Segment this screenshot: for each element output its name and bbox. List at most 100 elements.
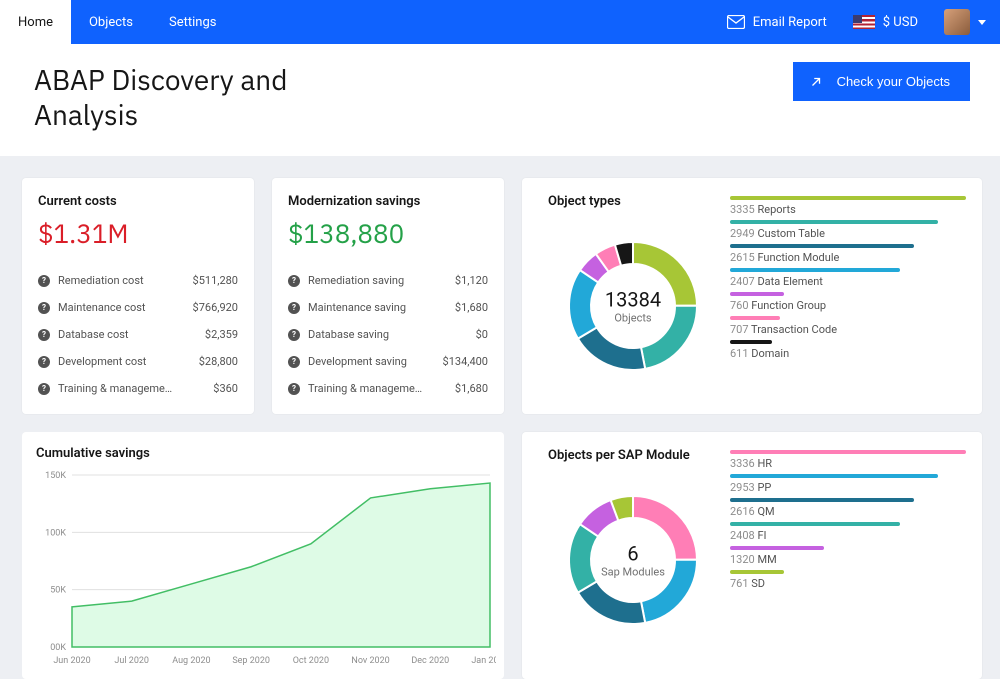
current-costs-card: Current costs $1.31M ?Remediation cost$5… — [22, 178, 254, 414]
saving-item-label: Database saving — [308, 328, 468, 341]
topbar-right: Email Report $ USD — [727, 9, 986, 35]
modernization-savings-card: Modernization savings $138,880 ? Remediat… — [272, 178, 504, 414]
sap-module-legend-row: 761 SD — [730, 570, 966, 590]
sap-module-legend-row: 3336 HR — [730, 450, 966, 470]
object-type-legend-row: 2407 Data Element — [730, 268, 966, 288]
help-icon[interactable]: ? — [38, 302, 50, 314]
currency-label: $ USD — [883, 15, 918, 30]
sap-module-legend-row: 1320 MM — [730, 546, 966, 566]
cost-item-label: Training & manageme… — [58, 382, 205, 395]
topbar-tabs: Home Objects Settings — [0, 0, 234, 44]
saving-item-value: $134,400 — [443, 355, 488, 368]
tab-settings[interactable]: Settings — [151, 0, 234, 44]
cost-item-row: ? Training & manageme… $360 — [38, 375, 238, 402]
help-icon[interactable]: ? — [288, 356, 300, 368]
savings-total: $138,880 — [288, 217, 488, 251]
cost-item-row: ? Development cost $28,800 — [38, 348, 238, 375]
page-title: ABAP Discovery and Analysis — [34, 62, 354, 132]
object-type-legend-row: 611 Domain — [730, 340, 966, 360]
check-objects-label: Check your Objects — [837, 74, 950, 89]
object-type-legend-row: 707 Transaction Code — [730, 316, 966, 336]
saving-item-row: ? Training & manageme… $1,680 — [288, 375, 488, 402]
cost-item-row: ? Database cost $2,359 — [38, 321, 238, 348]
sap-modules-title: Objects per SAP Module — [548, 448, 718, 463]
help-icon[interactable]: ? — [38, 383, 50, 395]
help-icon[interactable]: ? — [288, 275, 300, 287]
object-types-legend: 3335 Reports 2949 Custom Table 2615 Functi… — [730, 194, 966, 402]
saving-item-label: Maintenance saving — [308, 301, 447, 314]
saving-item-value: $1,680 — [455, 301, 488, 314]
sap-module-legend-row: 2953 PP — [730, 474, 966, 494]
object-type-legend-row: 2615 Function Module — [730, 244, 966, 264]
svg-text:Jan 2021: Jan 2021 — [471, 656, 496, 666]
tab-home[interactable]: Home — [0, 0, 71, 44]
saving-item-row: ? Database saving $0 — [288, 321, 488, 348]
svg-text:Dec 2020: Dec 2020 — [411, 656, 449, 666]
sap-modules-donut: 6 Sap Modules — [548, 475, 718, 645]
dashboard-row-2: Cumulative savings 150K100K50K00KJun 202… — [0, 414, 1000, 679]
svg-text:Oct 2020: Oct 2020 — [293, 656, 329, 666]
email-report-button[interactable]: Email Report — [727, 15, 827, 30]
saving-item-row: ? Maintenance saving $1,680 — [288, 294, 488, 321]
tab-objects[interactable]: Objects — [71, 0, 151, 44]
user-menu[interactable] — [944, 9, 986, 35]
avatar — [944, 9, 970, 35]
help-icon[interactable]: ? — [38, 275, 50, 287]
page-header: ABAP Discovery and Analysis Check your O… — [0, 44, 1000, 156]
cost-item-value: $2,359 — [205, 328, 238, 341]
svg-text:Nov 2020: Nov 2020 — [351, 656, 389, 666]
sap-modules-legend: 3336 HR 2953 PP 2616 QM 2408 FI 1320 MM 761 S… — [730, 448, 966, 667]
current-costs-total: $1.31M — [38, 217, 238, 251]
object-types-donut: 13384 Objects — [548, 221, 718, 391]
saving-item-label: Remediation saving — [308, 274, 447, 287]
svg-text:150K: 150K — [45, 471, 66, 481]
object-types-count: 13384 — [605, 288, 661, 312]
svg-text:100K: 100K — [45, 528, 66, 538]
chevron-down-icon — [978, 20, 986, 25]
sap-module-legend-row: 2616 QM — [730, 498, 966, 518]
object-types-sub: Objects — [605, 312, 661, 325]
cost-item-label: Development cost — [58, 355, 191, 368]
svg-text:Jun 2020: Jun 2020 — [53, 656, 90, 666]
saving-item-row: ? Remediation saving $1,120 — [288, 267, 488, 294]
topbar: Home Objects Settings Email Report $ USD — [0, 0, 1000, 44]
arrow-up-right-icon — [809, 75, 823, 89]
help-icon[interactable]: ? — [38, 356, 50, 368]
current-costs-title: Current costs — [38, 194, 238, 209]
check-objects-button[interactable]: Check your Objects — [793, 62, 970, 101]
cost-item-value: $360 — [213, 382, 238, 395]
object-type-legend-row: 3335 Reports — [730, 196, 966, 216]
help-icon[interactable]: ? — [288, 302, 300, 314]
svg-text:Sep 2020: Sep 2020 — [232, 656, 270, 666]
help-icon[interactable]: ? — [288, 383, 300, 395]
saving-item-label: Development saving — [308, 355, 435, 368]
saving-item-value: $1,120 — [455, 274, 488, 287]
object-type-legend-row: 2949 Custom Table — [730, 220, 966, 240]
cumulative-chart: 150K100K50K00KJun 2020Jul 2020Aug 2020Se… — [36, 469, 496, 669]
email-report-label: Email Report — [753, 15, 827, 30]
sap-module-legend-row: 2408 FI — [730, 522, 966, 542]
cumulative-title: Cumulative savings — [36, 446, 494, 461]
currency-selector[interactable]: $ USD — [853, 15, 918, 30]
svg-text:50K: 50K — [50, 586, 66, 596]
cost-item-label: Maintenance cost — [58, 301, 185, 314]
cost-item-value: $28,800 — [199, 355, 238, 368]
object-types-title: Object types — [548, 194, 718, 209]
object-type-legend-row: 760 Function Group — [730, 292, 966, 312]
saving-item-value: $1,680 — [455, 382, 488, 395]
cumulative-savings-card: Cumulative savings 150K100K50K00KJun 202… — [22, 432, 504, 679]
cost-item-label: Database cost — [58, 328, 197, 341]
help-icon[interactable]: ? — [38, 329, 50, 341]
help-icon[interactable]: ? — [288, 329, 300, 341]
saving-item-value: $0 — [476, 328, 488, 341]
svg-text:Jul 2020: Jul 2020 — [114, 656, 149, 666]
mail-icon — [727, 15, 745, 29]
sap-modules-card: Objects per SAP Module 6 Sap Modules 333… — [522, 432, 982, 679]
cost-item-row: ?Remediation cost$511,280 — [38, 267, 238, 294]
saving-item-label: Training & manageme… — [308, 382, 447, 395]
object-types-card: Object types 13384 Objects 3335 Reports 2… — [522, 178, 982, 414]
cost-item-label: Remediation cost — [58, 274, 185, 287]
svg-text:Aug 2020: Aug 2020 — [172, 656, 210, 666]
savings-title: Modernization savings — [288, 194, 488, 209]
sap-modules-count: 6 — [601, 542, 665, 566]
